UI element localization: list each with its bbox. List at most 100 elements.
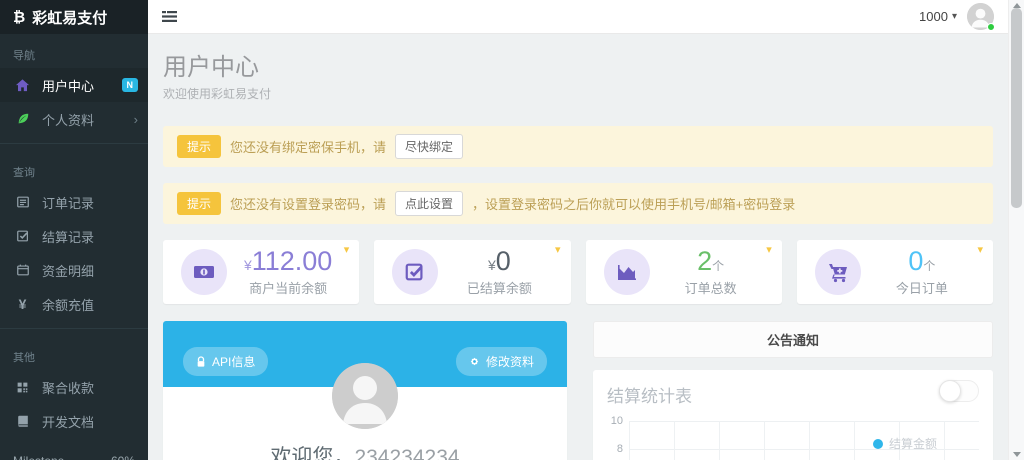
bottom-row: API信息 修改资料 欢迎您，234234234 公告通知 结算统 xyxy=(163,321,993,460)
bind-now-button[interactable]: 尽快绑定 xyxy=(395,134,463,159)
legend-dot-icon xyxy=(873,439,883,449)
sidebar-item-label: 余额充值 xyxy=(42,295,94,314)
right-column: 公告通知 结算统计表 10 8 6 结算金额 xyxy=(593,321,993,460)
cart-plus-icon xyxy=(815,249,861,295)
stat-suffix: 个 xyxy=(923,259,935,273)
sidebar-item-dev-docs[interactable]: 开发文档 xyxy=(0,404,148,438)
user-avatar[interactable] xyxy=(967,3,994,30)
sidebar-section-query: 查询 xyxy=(0,151,148,185)
sidebar-item-settlement-records[interactable]: 结算记录 xyxy=(0,219,148,253)
username: 234234234 xyxy=(354,446,459,460)
banknote-icon xyxy=(181,249,227,295)
alert-text: 您还没有设置登录密码，请 xyxy=(230,194,386,213)
balance-dropdown[interactable]: 1000 ▾ xyxy=(919,9,957,24)
gear-icon xyxy=(469,356,480,367)
edit-profile-button[interactable]: 修改资料 xyxy=(456,347,547,376)
y-axis-tick: 10 xyxy=(607,415,623,427)
sidebar-item-label: 开发文档 xyxy=(42,412,94,431)
list-icon xyxy=(14,195,31,209)
stat-label: 商户当前余额 xyxy=(227,278,349,297)
toggle-knob xyxy=(939,380,961,402)
sidebar-item-label: 订单记录 xyxy=(42,193,94,212)
chart-title: 结算统计表 xyxy=(607,382,979,407)
page-title: 用户中心 xyxy=(163,47,993,82)
caret-down-icon: ▾ xyxy=(952,11,957,22)
sidebar-section-nav: 导航 xyxy=(0,34,148,68)
set-password-button[interactable]: 点此设置 xyxy=(395,191,463,216)
stat-label: 订单总数 xyxy=(650,278,772,297)
scrollbar-thumb[interactable] xyxy=(1011,8,1022,208)
sidebar-item-balance-recharge[interactable]: ¥ 余额充值 xyxy=(0,287,148,321)
check-square-icon xyxy=(14,229,31,243)
yen-icon: ¥ xyxy=(14,296,31,312)
alert-text: 您还没有绑定密保手机，请 xyxy=(230,137,386,156)
alert-suffix: ，设置登录密码之后你就可以使用手机号/邮箱+密码登录 xyxy=(472,194,795,213)
caret-down-icon[interactable]: ▾ xyxy=(555,243,561,256)
sidebar-item-fund-details[interactable]: 资金明细 xyxy=(0,253,148,287)
home-icon xyxy=(14,78,31,93)
caret-down-icon[interactable]: ▾ xyxy=(977,243,983,256)
stat-value: 112.00 xyxy=(252,246,333,276)
page-header: 用户中心 欢迎使用彩虹易支付 xyxy=(163,47,993,102)
profile-avatar[interactable] xyxy=(332,363,398,429)
app-title: 彩虹易支付 xyxy=(32,7,107,28)
sidebar-item-label: 资金明细 xyxy=(42,261,94,280)
lock-icon xyxy=(196,356,206,368)
sidebar-toggle-icon[interactable] xyxy=(162,10,177,23)
api-info-button[interactable]: API信息 xyxy=(183,347,268,376)
chart-legend[interactable]: 结算金额 xyxy=(873,435,937,452)
settlement-chart: 10 8 6 结算金额 xyxy=(607,421,979,460)
leaf-icon xyxy=(14,112,31,126)
stat-value: 0 xyxy=(496,246,511,276)
sidebar-divider xyxy=(0,328,148,329)
sidebar: ₿ 彩虹易支付 导航 用户中心 N 个人资料 › 查询 订单记录 xyxy=(0,0,148,460)
settlement-chart-card: 结算统计表 10 8 6 结算金额 xyxy=(593,370,993,460)
alert-badge: 提示 xyxy=(177,192,221,215)
sidebar-item-user-center[interactable]: 用户中心 N xyxy=(0,68,148,102)
main-content: 用户中心 欢迎使用彩虹易支付 提示 您还没有绑定密保手机，请 尽快绑定 提示 您… xyxy=(148,34,1008,460)
legend-label: 结算金额 xyxy=(889,435,937,452)
y-axis-tick: 8 xyxy=(607,443,623,455)
page-scrollbar[interactable] xyxy=(1008,0,1024,460)
area-chart-icon xyxy=(604,249,650,295)
sidebar-item-label: 用户中心 xyxy=(42,76,94,95)
milestone-label: Milestone xyxy=(13,454,64,460)
caret-down-icon[interactable]: ▾ xyxy=(344,243,350,256)
chevron-right-icon: › xyxy=(134,113,138,126)
sidebar-item-aggregate-collection[interactable]: 聚合收款 xyxy=(0,370,148,404)
currency-prefix: ¥ xyxy=(488,257,496,273)
welcome-prefix: 欢迎您， xyxy=(270,446,354,460)
alert-set-password: 提示 您还没有设置登录密码，请 点此设置 ，设置登录密码之后你就可以使用手机号/… xyxy=(163,183,993,224)
app-logo[interactable]: ₿ 彩虹易支付 xyxy=(0,0,148,34)
profile-card: API信息 修改资料 欢迎您，234234234 xyxy=(163,321,567,460)
sidebar-divider xyxy=(0,143,148,144)
chart-toggle-switch[interactable] xyxy=(939,380,979,402)
book-icon xyxy=(14,414,31,428)
calendar-icon xyxy=(14,263,31,277)
new-badge: N xyxy=(122,78,139,92)
topbar: 1000 ▾ xyxy=(148,0,1008,34)
sidebar-item-label: 聚合收款 xyxy=(42,378,94,397)
stats-row: ▾ ¥112.00 商户当前余额 ▾ ¥0 xyxy=(163,240,993,304)
bitcoin-logo-icon: ₿ xyxy=(13,9,25,26)
caret-down-icon[interactable]: ▾ xyxy=(766,243,772,256)
stat-card-current-balance: ▾ ¥112.00 商户当前余额 xyxy=(163,240,359,304)
sidebar-item-order-records[interactable]: 订单记录 xyxy=(0,185,148,219)
check-square-icon xyxy=(392,249,438,295)
alert-bind-phone: 提示 您还没有绑定密保手机，请 尽快绑定 xyxy=(163,126,993,167)
scroll-down-icon[interactable] xyxy=(1013,452,1021,457)
currency-prefix: ¥ xyxy=(244,257,252,273)
stat-card-today-orders: ▾ 0个 今日订单 xyxy=(797,240,993,304)
stat-label: 已结算余额 xyxy=(438,278,560,297)
stat-value: 2 xyxy=(697,246,712,276)
sidebar-section-other: 其他 xyxy=(0,336,148,370)
stat-label: 今日订单 xyxy=(861,278,983,297)
stat-suffix: 个 xyxy=(712,259,724,273)
sidebar-item-label: 结算记录 xyxy=(42,227,94,246)
stat-value: 0 xyxy=(908,246,923,276)
announcement-header[interactable]: 公告通知 xyxy=(593,321,993,358)
sidebar-item-profile[interactable]: 个人资料 › xyxy=(0,102,148,136)
stat-card-total-orders: ▾ 2个 订单总数 xyxy=(586,240,782,304)
sidebar-item-label: 个人资料 xyxy=(42,110,94,129)
qrcode-icon xyxy=(14,381,31,394)
